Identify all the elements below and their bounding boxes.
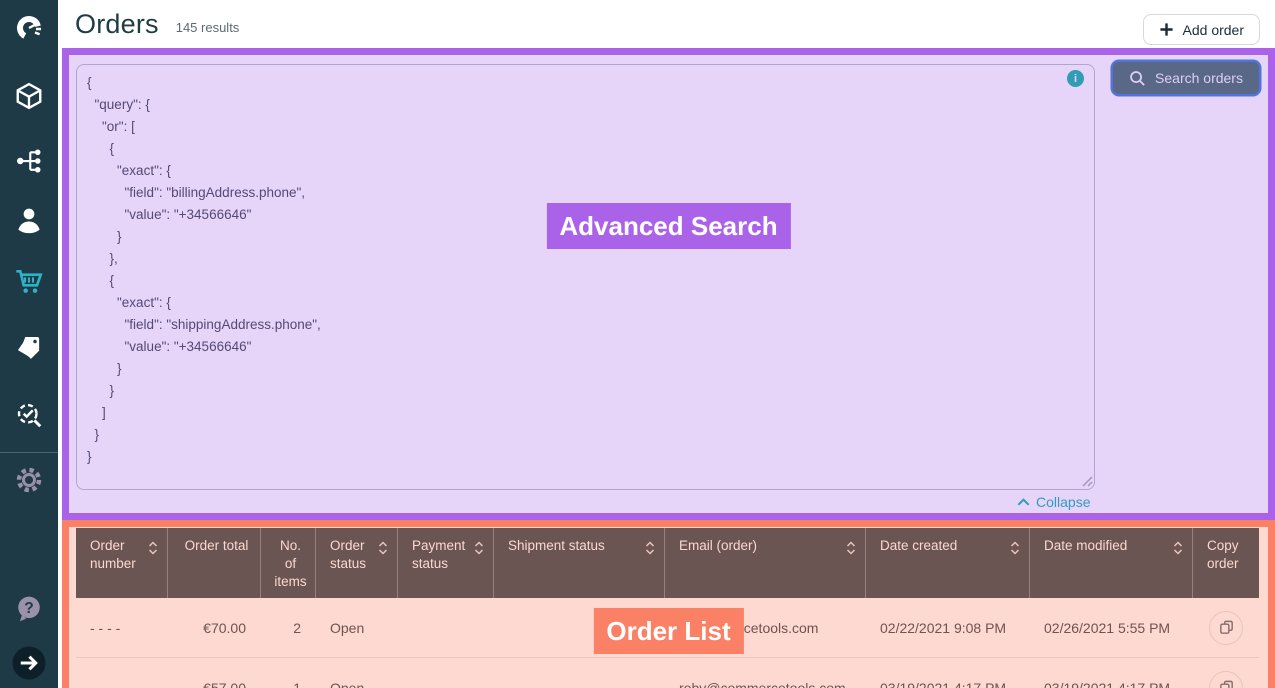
col-header-email[interactable]: Email (order): [665, 528, 866, 598]
help-bubble-icon: ?: [14, 593, 44, 623]
sitemap-icon: [14, 146, 44, 176]
orders-table: Order number Order total No. of items Or…: [76, 528, 1259, 688]
sort-icon: [846, 540, 856, 556]
cell-order-total: €57.00: [168, 680, 261, 688]
sidebar-item-categories[interactable]: [0, 143, 58, 179]
sidebar-item-help[interactable]: ?: [0, 590, 58, 626]
resize-handle[interactable]: [1080, 474, 1093, 487]
cell-email: roby@commercetools.com: [665, 680, 866, 688]
orders-page: ? Orders 145 results: [0, 0, 1275, 688]
cell-order-status: Open: [316, 680, 398, 688]
cell-no-of-items: 2: [261, 620, 316, 636]
copy-order-button[interactable]: [1209, 671, 1243, 688]
table-row[interactable]: - - - - €70.00 2 Open @commercetools.com…: [76, 598, 1259, 658]
cell-date-created: 03/19/2021 4:17 PM: [866, 680, 1030, 688]
col-header-payment-status[interactable]: Payment status: [398, 528, 494, 598]
arrow-right-icon: [11, 645, 47, 681]
sort-icon: [645, 540, 655, 556]
svg-text:?: ?: [24, 600, 34, 617]
package-icon: [14, 81, 44, 111]
sidebar-item-discounts[interactable]: [0, 329, 58, 365]
cell-date-modified: 02/26/2021 5:55 PM: [1030, 620, 1193, 636]
col-header-shipment-status[interactable]: Shipment status: [494, 528, 665, 598]
sidebar-item-audit[interactable]: [0, 397, 58, 433]
table-row[interactable]: - - - - €57.00 1 Open roby@commercetools…: [76, 658, 1259, 688]
page-title: Orders: [75, 9, 159, 40]
cell-order-total: €70.00: [168, 620, 261, 636]
col-header-date-modified[interactable]: Date modified: [1030, 528, 1193, 598]
gear-icon: [14, 465, 44, 495]
collapse-toggle[interactable]: Collapse: [1016, 492, 1090, 512]
search-orders-button[interactable]: Search orders: [1113, 62, 1259, 94]
cell-order-status: Open: [316, 620, 398, 636]
sort-icon: [1010, 540, 1020, 556]
plus-icon: [1159, 22, 1174, 37]
sidebar-item-customers[interactable]: [0, 201, 58, 237]
query-editor[interactable]: { "query": { "or": [ { "exact": { "field…: [76, 64, 1095, 490]
sidebar: ?: [0, 0, 58, 688]
results-count: 145 results: [176, 20, 240, 35]
sidebar-divider: [0, 452, 58, 453]
col-header-no-of-items[interactable]: No. of items: [261, 528, 316, 598]
cell-no-of-items: 1: [261, 680, 316, 688]
cell-date-modified: 03/19/2021 4:17 PM: [1030, 680, 1193, 688]
person-icon: [14, 204, 44, 234]
sidebar-item-orders[interactable]: [0, 264, 58, 300]
col-header-date-created[interactable]: Date created: [866, 528, 1030, 598]
commercetools-logo-icon: [13, 12, 45, 44]
cell-date-created: 02/22/2021 9:08 PM: [866, 620, 1030, 636]
col-header-order-status[interactable]: Order status: [316, 528, 398, 598]
tags-icon: [14, 332, 44, 362]
info-icon[interactable]: i: [1067, 70, 1084, 87]
col-header-order-number[interactable]: Order number: [76, 528, 168, 598]
sort-icon: [1173, 540, 1183, 556]
sort-icon: [474, 540, 484, 556]
cell-email: @commercetools.com: [665, 620, 866, 636]
main-content: Orders 145 results Add order { "query": …: [58, 0, 1275, 688]
chevron-up-icon: [1016, 496, 1031, 508]
add-order-button[interactable]: Add order: [1143, 14, 1260, 45]
cell-order-number: - - - -: [76, 680, 168, 688]
topbar: Orders 145 results Add order: [58, 0, 1275, 48]
sort-icon: [148, 540, 158, 556]
col-header-copy-order: Copy order: [1193, 528, 1259, 598]
sidebar-item-settings[interactable]: [0, 462, 58, 498]
shopping-cart-icon: [13, 266, 45, 298]
cell-order-number: - - - -: [76, 620, 168, 636]
search-check-icon: [14, 400, 44, 430]
sidebar-item-products[interactable]: [0, 78, 58, 114]
sort-icon: [378, 540, 388, 556]
copy-order-button[interactable]: [1209, 611, 1243, 645]
sidebar-expand-button[interactable]: [0, 645, 58, 681]
app-logo[interactable]: [0, 10, 58, 46]
col-header-order-total[interactable]: Order total: [168, 528, 261, 598]
table-header-row: Order number Order total No. of items Or…: [76, 528, 1259, 598]
search-icon: [1129, 70, 1146, 87]
